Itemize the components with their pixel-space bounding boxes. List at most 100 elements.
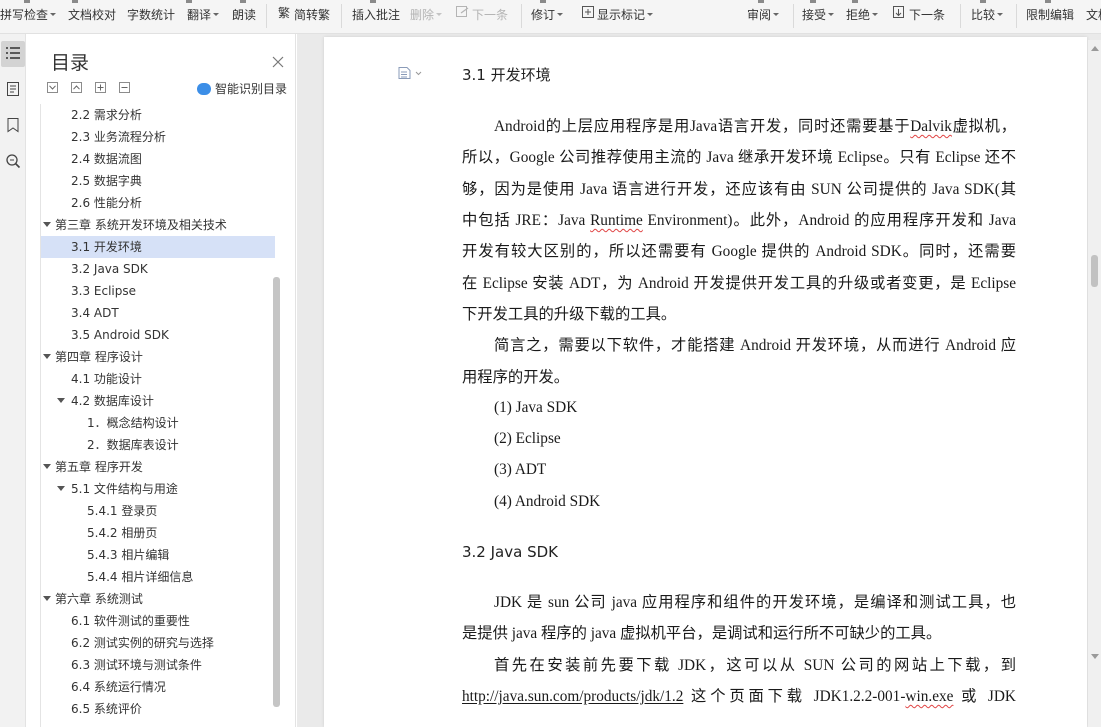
accept-button[interactable]: 接受 [802,6,835,24]
toc-scrollbar[interactable] [273,277,280,707]
track-changes-button[interactable]: 修订 [531,6,564,24]
toc-item-label: 5.4.2 相册页 [87,526,158,540]
show-markup-button[interactable]: 显示标记 [581,5,654,24]
toc-item[interactable]: 3.3 Eclipse [41,280,275,302]
toc-title: 目录 [51,52,90,74]
toc-item[interactable]: 2.2 需求分析 [41,104,275,126]
toc-item[interactable]: 3.5 Android SDK [41,324,275,346]
next-comment-button[interactable]: 下一条 [455,6,508,24]
toc-item[interactable]: 5.4.2 相册页 [41,522,275,544]
scroll-down-icon[interactable] [1091,654,1099,659]
toc-item[interactable]: 2.6 性能分析 [41,192,275,214]
scrollbar-thumb[interactable] [1091,255,1098,287]
toc-item[interactable]: 5.1 文件结构与用途 [41,478,275,500]
toc-item-label: 3.2 Java SDK [71,262,148,276]
document-more-button[interactable]: 文档 [1086,6,1101,24]
review-button[interactable]: 审阅 [747,6,780,24]
document-scrollbar[interactable] [1088,40,1101,727]
find-view-button[interactable] [1,150,25,176]
toc-item[interactable]: 3.4 ADT [41,302,275,324]
toc-item-label: 2.6 性能分析 [71,196,142,210]
toc-item[interactable]: 1．概念结构设计 [41,412,275,434]
toc-item-label: 第三章 系统开发环境及相关技术 [55,218,227,232]
add-heading-icon[interactable] [95,82,106,93]
body-line: 下开发工具的升级下载的工具。 [462,306,677,323]
toc-item[interactable]: 3.1 开发环境 [41,236,275,258]
spellcheck-button[interactable]: 拼写检查 [0,6,57,24]
body-line: 用程序的开发。 [462,369,570,386]
toc-item-label: 2．数据库表设计 [87,438,179,452]
paragraph-menu-icon[interactable] [397,65,423,84]
toc-item[interactable]: 5.4.4 相片详细信息 [41,566,275,588]
toc-item[interactable]: 第三章 系统开发环境及相关技术 [41,214,275,236]
toolbar-icon-stub [24,0,30,3]
markup-icon [581,5,595,24]
chevron-down-icon[interactable] [43,464,51,469]
next-change-button[interactable]: 下一条 [892,6,945,24]
reject-button[interactable]: 拒绝 [846,6,879,24]
toc-item[interactable]: 第六章 系统测试 [41,588,275,610]
delete-comment-button[interactable]: 删除 [410,6,443,24]
toc-item-label: 6.2 测试实例的研究与选择 [71,636,214,650]
smart-toc-button[interactable]: 智能识别目录 [197,80,287,97]
translate-button[interactable]: 翻译 [187,6,220,24]
toc-item[interactable]: 4.2 数据库设计 [41,390,275,412]
toc-item-label: 2.4 数据流图 [71,152,142,166]
expand-all-icon[interactable] [47,82,58,93]
toolbar-icon-stub [758,0,764,3]
chevron-down-icon[interactable] [57,486,65,491]
chevron-down-icon[interactable] [43,222,51,227]
list-item: (1) Java SDK [494,399,578,416]
toc-item[interactable]: 2.3 业务流程分析 [41,126,275,148]
toc-item[interactable]: 6.3 测试环境与测试条件 [41,654,275,676]
toc-item[interactable]: 第五章 程序开发 [41,456,275,478]
toc-item[interactable]: 3.2 Java SDK [41,258,275,280]
collapse-all-icon[interactable] [71,82,82,93]
toolbar-icon-stub [540,0,546,3]
heading-3-2: 3.2 Java SDK [462,543,558,561]
toc-view-button[interactable] [1,41,25,67]
scroll-up-icon[interactable] [1091,46,1099,51]
compare-button[interactable]: 比较 [971,6,1004,24]
toc-item[interactable]: 6.2 测试实例的研究与选择 [41,632,275,654]
chevron-down-icon[interactable] [43,596,51,601]
insert-comment-button[interactable]: 插入批注 [352,6,400,24]
toc-item[interactable]: 6.1 软件测试的重要性 [41,610,275,632]
read-aloud-button[interactable]: 朗读 [232,6,256,24]
toc-item-label: 1．概念结构设计 [87,416,179,430]
body-line: 够，因为是使用 Java 语言进行开发，还应该有由 SUN 公司提供的 Java… [462,181,1016,198]
wordcount-button[interactable]: 字数统计 [127,6,175,24]
toolbar-icon-stub [370,0,376,3]
remove-heading-icon[interactable] [119,82,130,93]
proofread-button[interactable]: 文档校对 [68,6,116,24]
toolbar-icon-stub [852,0,858,3]
bookmark-view-button[interactable] [1,114,25,140]
toc-item-label: 3.4 ADT [71,306,119,320]
chevron-down-icon[interactable] [57,398,65,403]
toc-item[interactable]: 2.4 数据流图 [41,148,275,170]
toc-item-label: 6.5 系统评价 [71,702,142,716]
close-icon[interactable] [272,53,284,68]
toc-item[interactable]: 4.1 功能设计 [41,368,275,390]
toc-item[interactable]: 2．数据库表设计 [41,434,275,456]
document-outline-icon [6,81,20,101]
chevron-down-icon[interactable] [43,354,51,359]
toolbar-icon-stub [1045,0,1051,3]
toc-item[interactable]: 5.4.1 登录页 [41,500,275,522]
toc-item-label: 4.1 功能设计 [71,372,142,386]
restrict-editing-button[interactable]: 限制编辑 [1026,6,1074,24]
toc-item-label: 4.2 数据库设计 [71,394,154,408]
toc-item[interactable]: 5.4.3 相片编辑 [41,544,275,566]
toc-item-label: 2.2 需求分析 [71,108,142,122]
toc-item[interactable]: 第四章 程序设计 [41,346,275,368]
next-change-icon [892,5,907,24]
list-icon [5,45,21,64]
body-line: 是提供 java 程序的 java 虚拟机平台，是调试和运行所不可缺少的工具。 [462,625,942,642]
chapter-view-button[interactable] [1,78,25,104]
toolbar-icon-stub [186,0,192,3]
toc-item[interactable]: 6.4 系统运行情况 [41,676,275,698]
simplified-traditional-button[interactable]: 繁 简转繁 [278,5,330,24]
toc-item[interactable]: 2.5 数据字典 [41,170,275,192]
toc-item[interactable]: 6.5 系统评价 [41,698,275,720]
toc-item-label: 6.1 软件测试的重要性 [71,614,190,628]
